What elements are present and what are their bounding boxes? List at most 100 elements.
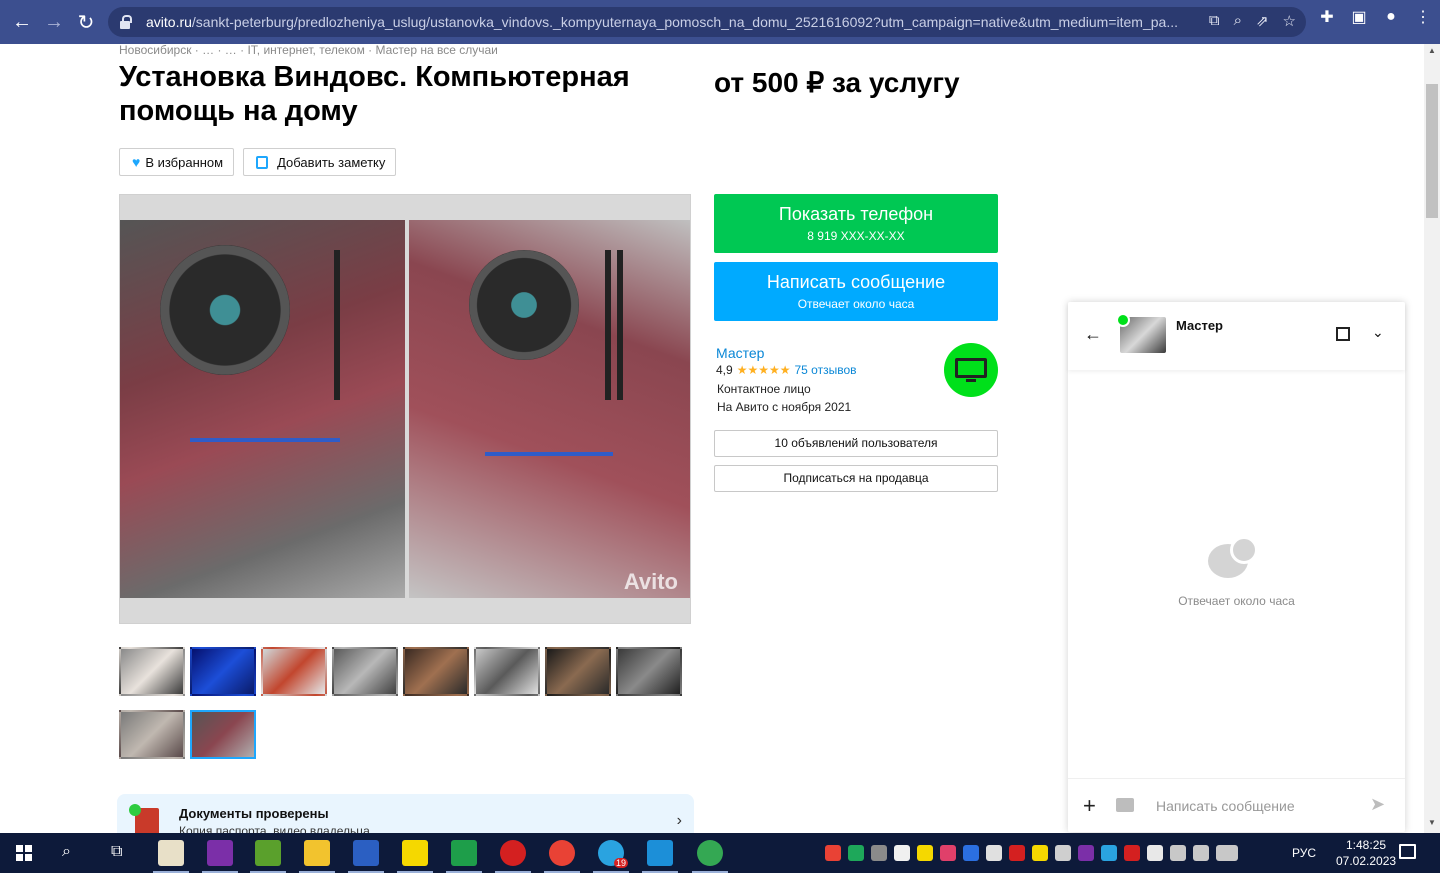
show-phone-button[interactable]: Показать телефон 8 919 XXX-XX-XX (714, 194, 998, 253)
thumbnail-selected[interactable] (190, 710, 256, 759)
url-text[interactable]: avito.ru/sankt-peterburg/predlozheniya_u… (146, 14, 1186, 30)
windows-taskbar: ⌕ ⧉ 19 РУС 1:48:25 07.02.2023 (0, 833, 1440, 873)
tray-ring-icon[interactable] (986, 845, 1002, 861)
tray-sticky-icon[interactable] (1032, 845, 1048, 861)
clock-time: 1:48:25 (1346, 838, 1387, 852)
back-icon[interactable]: ← (6, 6, 38, 38)
scroll-up-icon[interactable]: ▲ (1424, 46, 1440, 55)
browser-toolbar: ← → ↻ avito.ru/sankt-peterburg/predlozhe… (0, 0, 1440, 44)
seller-avatar[interactable] (944, 343, 998, 397)
monitor-icon (955, 358, 987, 378)
clock[interactable]: 1:48:25 07.02.2023 (1336, 837, 1396, 869)
task-view-icon[interactable]: ⧉ (111, 843, 122, 861)
onenote-app-icon[interactable] (202, 840, 238, 873)
cpu-fan-image (160, 245, 290, 375)
tray-display-icon[interactable] (871, 845, 887, 861)
tray-keyboard-icon[interactable] (1216, 845, 1238, 861)
chat-widget: ← Мастер ⌄ Отвечает около часа + Написат… (1068, 302, 1405, 832)
sidebar-icon[interactable]: ▣ (1350, 7, 1368, 27)
bookmark-star-icon[interactable]: ☆ (1283, 12, 1296, 30)
note-icon (256, 155, 269, 169)
thumbnail[interactable] (119, 710, 185, 759)
seller-listings-button[interactable]: 10 объявлений пользователя (714, 430, 998, 457)
menu-icon[interactable]: ⋮ (1414, 7, 1432, 27)
tray-record-icon[interactable] (1009, 845, 1025, 861)
translate-icon[interactable]: ⧉ (1209, 12, 1220, 30)
write-message-button[interactable]: Написать сообщение Отвечает около часа (714, 262, 998, 321)
tray-music-icon[interactable] (940, 845, 956, 861)
explorer-app-icon[interactable] (299, 840, 335, 873)
reviews-link[interactable]: 75 отзывов (794, 363, 856, 377)
thumbnail[interactable] (261, 647, 327, 696)
sheets-app-icon[interactable] (446, 840, 482, 873)
language-indicator[interactable]: РУС (1292, 846, 1316, 860)
tray-8-icon[interactable] (1124, 845, 1140, 861)
subscribe-seller-button[interactable]: Подписаться на продавца (714, 465, 998, 492)
notifications-icon[interactable] (1399, 844, 1416, 859)
tray-onenote-icon[interactable] (1078, 845, 1094, 861)
tray-shield-icon[interactable] (848, 845, 864, 861)
thumbnail[interactable] (616, 647, 682, 696)
send-icon[interactable]: ➤ (1370, 794, 1385, 815)
url-host: avito.ru (146, 14, 192, 30)
chrome-app-icon[interactable] (544, 840, 580, 873)
tray-battery-icon[interactable] (1147, 845, 1163, 861)
chat-contact-name: Мастер (1176, 318, 1223, 333)
back-arrow-icon[interactable]: ← (1084, 324, 1102, 345)
thumbnail[interactable] (190, 647, 256, 696)
chevron-down-icon[interactable]: ⌄ (1372, 324, 1384, 341)
tray-volume-icon[interactable] (1193, 845, 1209, 861)
profile-icon[interactable]: ● (1382, 8, 1400, 26)
check-icon (129, 804, 141, 816)
chat-message-input[interactable]: Написать сообщение (1156, 798, 1295, 814)
extensions-icon[interactable]: ✚ (1318, 7, 1336, 27)
heart-icon: ♥ (132, 154, 141, 170)
word-app-icon[interactable] (348, 840, 384, 873)
tray-chrome-icon[interactable] (825, 845, 841, 861)
tray-wifi-icon[interactable] (1170, 845, 1186, 861)
favorite-button[interactable]: ♥ В избранном (119, 148, 235, 176)
scroll-down-icon[interactable]: ▼ (1424, 818, 1440, 827)
scrollbar-thumb[interactable] (1426, 84, 1438, 218)
intel-app-icon[interactable] (642, 840, 678, 873)
tray-capture-icon[interactable] (963, 845, 979, 861)
rating-value: 4,9 (716, 363, 733, 377)
thumbnail[interactable] (119, 647, 185, 696)
notes-app-icon[interactable] (250, 840, 286, 873)
tray-fx-icon[interactable] (1101, 845, 1117, 861)
forward-icon[interactable]: → (38, 6, 70, 38)
notepad-app-icon[interactable] (153, 840, 189, 873)
thumbnail[interactable] (403, 647, 469, 696)
thumbnail[interactable] (474, 647, 540, 696)
omnibox-actions: ⧉ ⌕ ⇗ ☆ (1209, 12, 1296, 30)
expand-icon[interactable] (1336, 327, 1350, 341)
sticky-notes-app-icon[interactable] (397, 840, 433, 873)
seller-name-link[interactable]: Мастер (716, 345, 764, 361)
browser-actions: ✚ ▣ ● ⋮ (1318, 7, 1432, 27)
share-icon[interactable]: ⇗ (1256, 12, 1269, 30)
plus-icon[interactable]: + (1083, 793, 1096, 819)
thumbnail[interactable] (332, 647, 398, 696)
main-photo[interactable]: Avito (119, 194, 691, 624)
chrome-profile-app-icon[interactable] (692, 840, 728, 873)
telegram-badge: 19 (614, 858, 629, 868)
ram-slot-image (605, 250, 611, 400)
avito-watermark: Avito (623, 569, 678, 594)
breadcrumb[interactable]: Новосибирск · … · … · IT, интернет, теле… (119, 43, 498, 57)
search-icon[interactable]: ⌕ (62, 843, 71, 861)
ram-slot-image (617, 250, 623, 400)
zoom-icon[interactable]: ⌕ (1234, 12, 1242, 30)
chevron-right-icon: › (676, 812, 682, 829)
reload-icon[interactable]: ↻ (70, 6, 102, 38)
address-bar[interactable]: avito.ru/sankt-peterburg/predlozheniya_u… (108, 7, 1306, 37)
lock-icon[interactable] (120, 15, 132, 29)
app-8-icon[interactable] (495, 840, 531, 873)
tray-notes-icon[interactable] (917, 845, 933, 861)
camera-icon[interactable] (1116, 798, 1134, 812)
tray-file-icon[interactable] (894, 845, 910, 861)
thumbnail[interactable] (545, 647, 611, 696)
monitor-stand-icon (966, 379, 976, 382)
windows-start-icon[interactable] (16, 845, 32, 861)
tray-window-icon[interactable] (1055, 845, 1071, 861)
add-note-button[interactable]: Добавить заметку (243, 148, 397, 176)
